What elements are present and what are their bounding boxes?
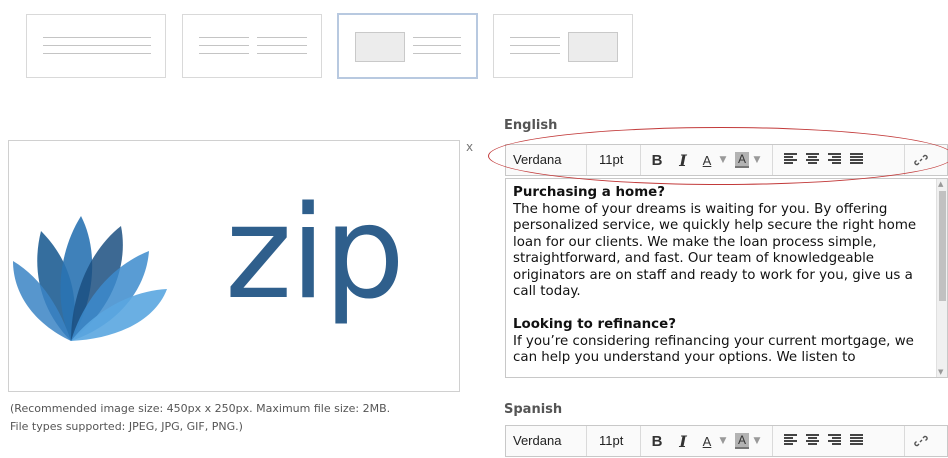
chevron-down-icon[interactable]: ▼ <box>718 431 728 451</box>
text-line <box>413 37 461 38</box>
layout-option-image-right[interactable] <box>493 14 633 78</box>
english-text-editor[interactable]: Purchasing a home? The home of your drea… <box>505 178 948 378</box>
content-heading: Purchasing a home? <box>513 185 666 200</box>
image-note-line: File types supported: JPEG, JPG, GIF, PN… <box>10 420 243 433</box>
image-note-line: (Recommended image size: 450px x 250px. … <box>10 402 391 415</box>
english-toolbar: Verdana 11pt B I A ▼ A ▼ <box>505 144 948 176</box>
content-heading: Looking to refinance? <box>513 317 676 332</box>
toolbar-divider <box>640 145 641 175</box>
remove-image-button[interactable]: x <box>466 140 473 154</box>
toolbar-divider <box>904 426 905 456</box>
text-line <box>43 37 151 38</box>
toolbar-divider <box>586 145 587 175</box>
highlight-glyph: A <box>734 433 749 449</box>
toolbar-divider <box>904 145 905 175</box>
text-line <box>43 45 151 46</box>
content-paragraph: If you’re considering refinancing your c… <box>513 333 914 366</box>
bold-button[interactable]: B <box>650 431 664 451</box>
toolbar-divider <box>586 426 587 456</box>
text-line <box>257 37 307 38</box>
image-size-note: (Recommended image size: 450px x 250px. … <box>10 400 390 436</box>
text-color-button[interactable]: A <box>700 150 714 170</box>
editor-content[interactable]: Purchasing a home? The home of your drea… <box>513 185 923 377</box>
text-line <box>199 45 249 46</box>
toolbar-divider <box>772 426 773 456</box>
font-family-select[interactable]: Verdana <box>513 426 561 456</box>
align-right-icon[interactable] <box>828 434 841 446</box>
font-size-select[interactable]: 11pt <box>599 145 623 175</box>
scroll-up-icon[interactable]: ▲ <box>938 180 943 188</box>
english-label: English <box>504 118 558 133</box>
text-line <box>413 53 461 54</box>
scroll-down-icon[interactable]: ▼ <box>938 368 943 376</box>
highlight-color-button[interactable]: A <box>734 150 750 170</box>
link-icon[interactable] <box>914 153 928 167</box>
layout-option-image-left[interactable] <box>337 13 478 79</box>
text-line <box>510 45 560 46</box>
image-preview[interactable]: zip <box>8 140 460 392</box>
toolbar-divider <box>640 426 641 456</box>
editor-scrollbar[interactable]: ▲ ▼ <box>936 179 947 377</box>
chevron-down-icon[interactable]: ▼ <box>752 150 762 170</box>
scroll-thumb[interactable] <box>939 191 946 301</box>
link-icon[interactable] <box>914 434 928 448</box>
image-placeholder <box>568 32 618 62</box>
text-line <box>257 45 307 46</box>
layout-option-text-only[interactable] <box>26 14 166 78</box>
text-line <box>510 53 560 54</box>
text-line <box>510 37 560 38</box>
align-left-icon[interactable] <box>784 153 797 165</box>
text-line <box>257 53 307 54</box>
align-justify-icon[interactable] <box>850 434 863 446</box>
text-color-button[interactable]: A <box>700 431 714 451</box>
align-center-icon[interactable] <box>806 153 819 165</box>
text-line <box>43 53 151 54</box>
font-family-select[interactable]: Verdana <box>513 145 561 175</box>
align-left-icon[interactable] <box>784 434 797 446</box>
bold-button[interactable]: B <box>650 150 664 170</box>
logo-wordmark: zip <box>225 179 405 328</box>
layout-option-two-columns[interactable] <box>182 14 322 78</box>
toolbar-divider <box>772 145 773 175</box>
leaf-mark-icon <box>13 216 167 341</box>
chevron-down-icon[interactable]: ▼ <box>718 150 728 170</box>
italic-button[interactable]: I <box>676 150 690 170</box>
chevron-down-icon[interactable]: ▼ <box>752 431 762 451</box>
content-paragraph: The home of your dreams is waiting for y… <box>513 201 917 300</box>
align-right-icon[interactable] <box>828 153 841 165</box>
spanish-label: Spanish <box>504 402 563 417</box>
text-line <box>199 37 249 38</box>
highlight-glyph: A <box>734 152 749 168</box>
text-line <box>199 53 249 54</box>
align-center-icon[interactable] <box>806 434 819 446</box>
align-justify-icon[interactable] <box>850 153 863 165</box>
image-placeholder <box>355 32 405 62</box>
font-size-select[interactable]: 11pt <box>599 426 623 456</box>
italic-button[interactable]: I <box>676 431 690 451</box>
text-line <box>413 45 461 46</box>
highlight-color-button[interactable]: A <box>734 431 750 451</box>
spanish-toolbar: Verdana 11pt B I A ▼ A ▼ <box>505 425 948 457</box>
